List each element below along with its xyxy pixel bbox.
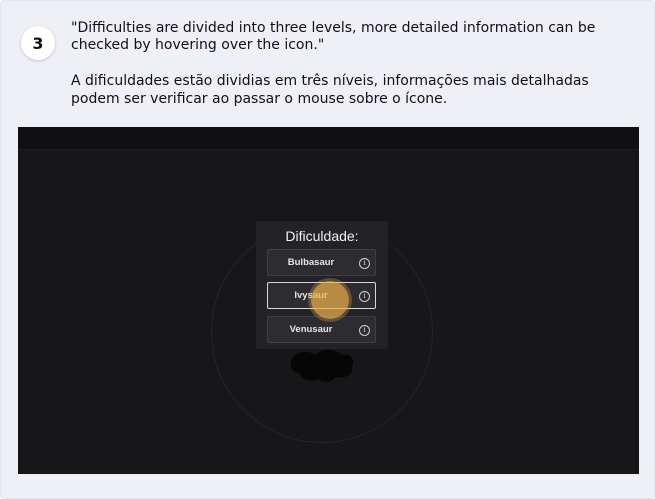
difficulty-title: Dificuldade: <box>285 228 359 244</box>
difficulty-option-label: Bulbasaur <box>287 257 335 268</box>
step-number-badge: 3 <box>21 26 55 60</box>
click-highlight-marker <box>311 281 349 319</box>
pokemon-silhouette-icon <box>290 349 354 382</box>
difficulty-option-venusaur[interactable]: Venusaur i <box>267 316 376 343</box>
info-circle-icon[interactable]: i <box>359 291 370 302</box>
instruction-portuguese: A dificuldades estão dividias em três ní… <box>71 73 589 107</box>
info-circle-icon[interactable]: i <box>359 325 370 336</box>
info-circle-icon[interactable]: i <box>359 258 370 269</box>
app-top-bar <box>18 127 639 150</box>
step-card: 3 "Difficulties are divided into three l… <box>0 0 655 499</box>
difficulty-option-label: Venusaur <box>289 324 333 335</box>
difficulty-option-bulbasaur[interactable]: Bulbasaur i <box>267 249 376 276</box>
step-screenshot: Dificuldade: Bulbasaur i Ivysaur i Venus… <box>18 127 639 474</box>
instruction-english: "Difficulties are divided into three lev… <box>71 20 596 53</box>
